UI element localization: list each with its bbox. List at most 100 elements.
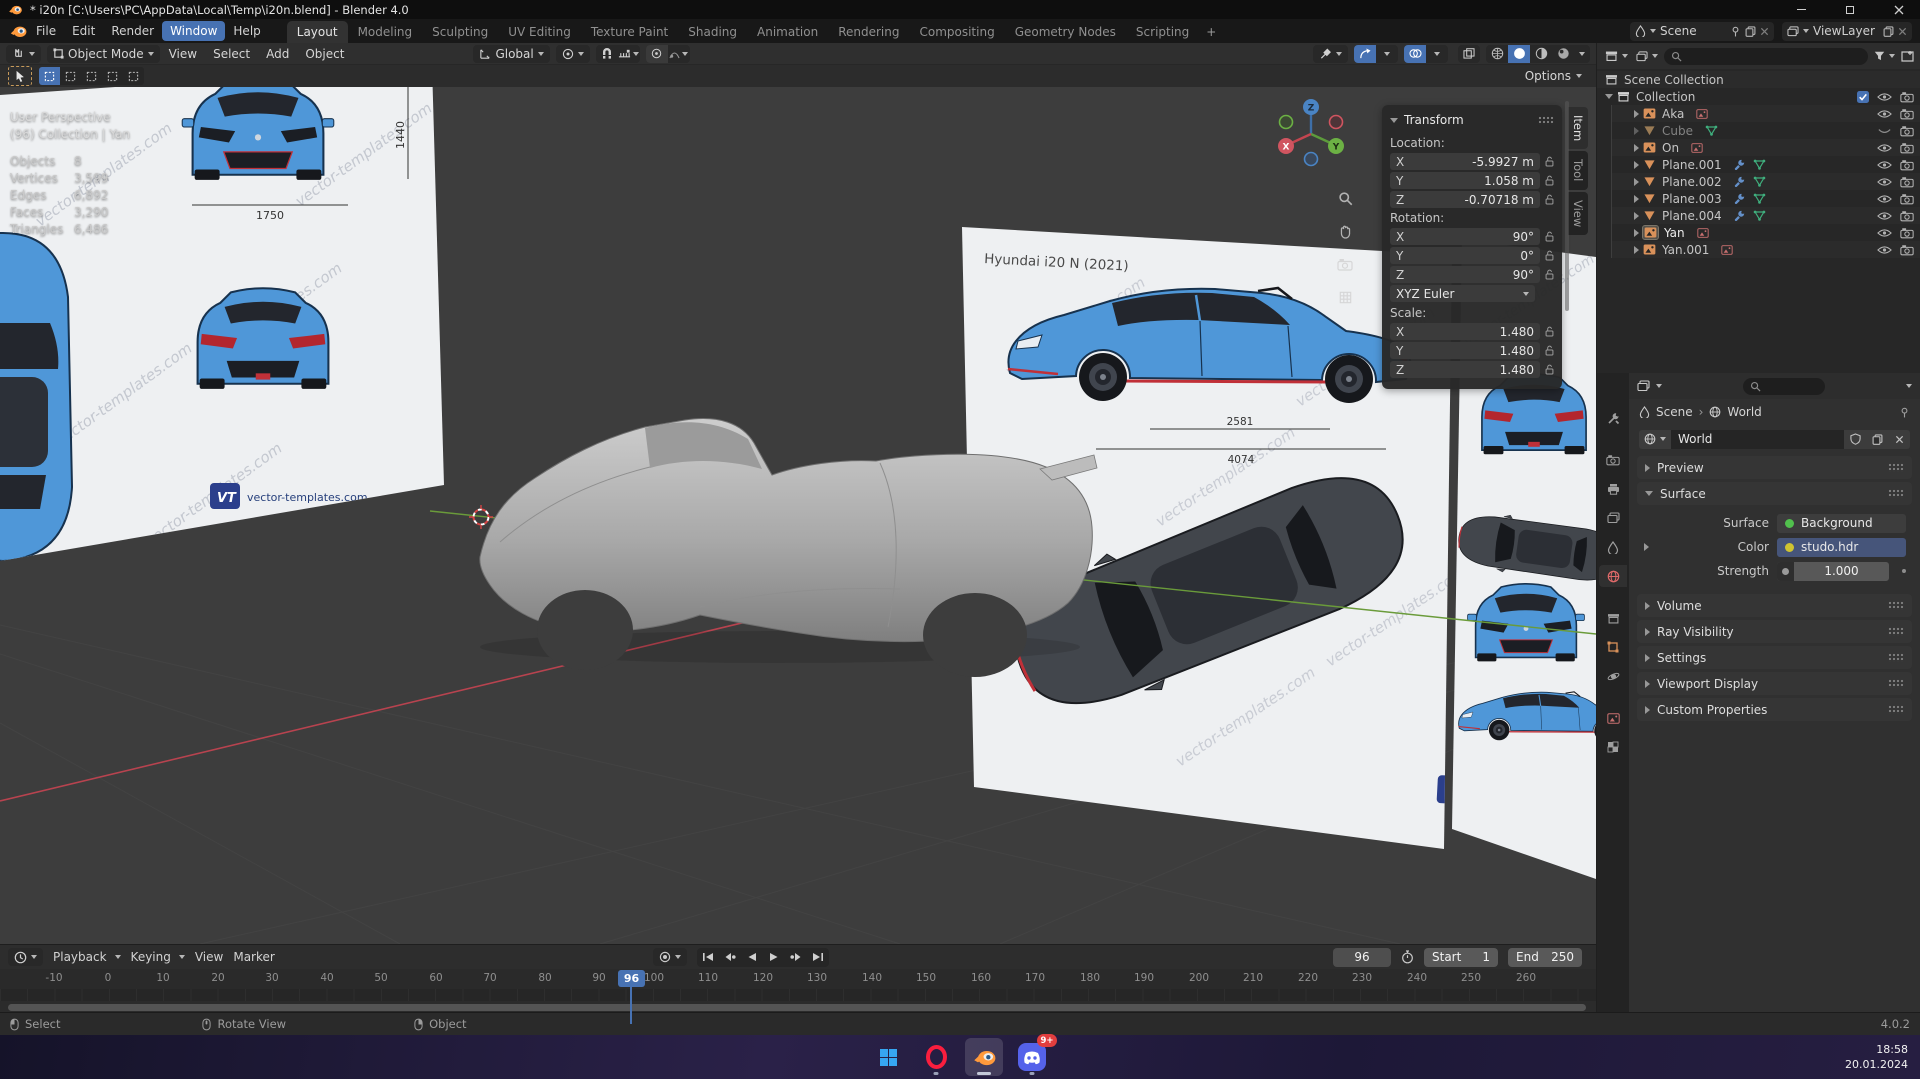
location-y-field[interactable]: Y1.058 m	[1390, 172, 1540, 189]
disclosure-icon[interactable]	[1634, 144, 1639, 152]
xray-toggle[interactable]	[1458, 45, 1480, 63]
panel-volume[interactable]: Volume	[1637, 594, 1912, 617]
lock-icon[interactable]	[1545, 156, 1554, 167]
add-workspace-button[interactable]: +	[1199, 21, 1223, 43]
snap-settings-dropdown[interactable]	[618, 45, 640, 63]
lock-icon[interactable]	[1545, 194, 1554, 205]
camera-visibility-icon[interactable]	[1900, 244, 1914, 256]
menu-render[interactable]: Render	[103, 21, 162, 41]
scale-y-field[interactable]: Y1.480	[1390, 342, 1540, 359]
collapse-icon[interactable]	[1390, 118, 1398, 123]
filter-dropdown[interactable]	[1872, 47, 1897, 65]
disclosure-icon[interactable]	[1634, 246, 1639, 254]
pivot-point-dropdown[interactable]	[556, 45, 590, 63]
eye-icon[interactable]	[1877, 211, 1892, 221]
lock-icon[interactable]	[1545, 250, 1554, 261]
jump-to-start-button[interactable]	[697, 948, 719, 967]
tab-rendering[interactable]: Rendering	[828, 21, 909, 43]
tab-compositing[interactable]: Compositing	[909, 21, 1004, 43]
shading-dropdown[interactable]	[1574, 45, 1590, 63]
perspective-toggle-button[interactable]	[1334, 286, 1356, 308]
drag-grip-icon[interactable]	[1538, 116, 1554, 125]
visibility-dropdown[interactable]	[1313, 45, 1348, 63]
outliner-search[interactable]	[1664, 48, 1868, 65]
disclosure-icon[interactable]	[1634, 212, 1639, 220]
active-tool-button[interactable]	[8, 66, 32, 86]
lock-icon[interactable]	[1545, 364, 1554, 375]
camera-visibility-icon[interactable]	[1900, 91, 1914, 103]
select-mode-extend[interactable]	[60, 67, 81, 85]
viewport-menu-object[interactable]: Object	[298, 45, 351, 63]
overlays-dropdown[interactable]	[1426, 45, 1448, 63]
play-reverse-button[interactable]	[741, 948, 763, 967]
disclosure-icon[interactable]	[1634, 110, 1639, 118]
shading-solid-button[interactable]	[1508, 45, 1530, 63]
shading-rendered-button[interactable]	[1552, 45, 1574, 63]
rotation-y-field[interactable]: Y0°	[1390, 247, 1540, 264]
display-mode-dropdown[interactable]	[1634, 47, 1660, 65]
strength-slider[interactable]: 1.000	[1777, 562, 1889, 581]
lock-icon[interactable]	[1545, 175, 1554, 186]
panel-viewport-display[interactable]: Viewport Display	[1637, 672, 1912, 695]
camera-visibility-icon[interactable]	[1900, 227, 1914, 239]
prev-keyframe-button[interactable]	[719, 948, 741, 967]
outliner-row-plane-002[interactable]: Plane.002	[1611, 173, 1920, 190]
eye-icon[interactable]	[1877, 228, 1892, 238]
new-collection-button[interactable]	[1901, 50, 1914, 62]
delete-scene-icon[interactable]	[1760, 27, 1769, 36]
disclosure-icon[interactable]	[1644, 543, 1649, 551]
outliner-row-aka[interactable]: Aka	[1611, 105, 1920, 122]
outliner-row-cube[interactable]: Cube	[1611, 122, 1920, 139]
new-world-button[interactable]	[1866, 430, 1888, 449]
jump-to-end-button[interactable]	[807, 948, 829, 967]
panel-ray-visibility[interactable]: Ray Visibility	[1637, 620, 1912, 643]
disclosure-icon[interactable]	[1634, 178, 1639, 186]
shading-material-button[interactable]	[1530, 45, 1552, 63]
tab-animation[interactable]: Animation	[747, 21, 828, 43]
properties-tab-object[interactable]	[1599, 636, 1627, 658]
tab-tool[interactable]: Tool	[1568, 151, 1588, 189]
properties-tab-object-data[interactable]	[1599, 707, 1627, 729]
rotation-x-field[interactable]: X90°	[1390, 228, 1540, 245]
lock-icon[interactable]	[1545, 231, 1554, 242]
eye-icon[interactable]	[1877, 143, 1892, 153]
show-gizmo-toggle[interactable]	[1354, 45, 1376, 63]
eye-icon[interactable]	[1877, 160, 1892, 170]
outliner-editor-type-button[interactable]	[1603, 47, 1630, 65]
tab-uv-editing[interactable]: UV Editing	[498, 21, 581, 43]
proportional-falloff-dropdown[interactable]	[668, 45, 690, 63]
options-dropdown[interactable]: Options	[1525, 69, 1588, 83]
timeline-menu-view[interactable]: View	[195, 950, 223, 964]
outliner-row-yan-001[interactable]: Yan.001	[1611, 241, 1920, 258]
start-button[interactable]	[869, 1038, 907, 1076]
properties-tab-physics[interactable]	[1599, 665, 1627, 687]
frame-end-field[interactable]: End250	[1508, 948, 1582, 967]
gizmo-x-neg[interactable]	[1330, 116, 1343, 129]
next-keyframe-button[interactable]	[785, 948, 807, 967]
rotation-mode-dropdown[interactable]: XYZ Euler	[1390, 285, 1535, 302]
car-model[interactable]	[480, 419, 1097, 677]
eye-icon[interactable]	[1877, 92, 1892, 102]
eye-icon[interactable]	[1877, 109, 1892, 119]
scene-selector[interactable]: Scene	[1630, 22, 1774, 41]
tab-view[interactable]: View	[1568, 192, 1588, 235]
eye-icon[interactable]	[1877, 194, 1892, 204]
disclosure-icon[interactable]	[1634, 195, 1639, 203]
camera-view-button[interactable]	[1334, 253, 1356, 275]
breadcrumb-scene[interactable]: Scene	[1656, 405, 1693, 419]
lock-icon[interactable]	[1545, 345, 1554, 356]
menu-help[interactable]: Help	[225, 21, 268, 41]
select-mode-new[interactable]	[39, 67, 60, 85]
timeline-ruler[interactable]: -100 1020 3040 5060 7080 90100 110120 13…	[0, 969, 1596, 989]
tab-item[interactable]: Item	[1568, 107, 1588, 149]
properties-tab-scene[interactable]	[1599, 536, 1627, 558]
gizmo-y-neg[interactable]	[1280, 116, 1293, 129]
properties-tab-texture[interactable]	[1599, 736, 1627, 758]
tab-sculpting[interactable]: Sculpting	[422, 21, 498, 43]
lock-icon[interactable]	[1545, 326, 1554, 337]
outliner-row-scene-collection[interactable]: Scene Collection	[1597, 71, 1920, 88]
auto-keying-button[interactable]	[653, 948, 687, 966]
timeline-track-area[interactable]	[0, 989, 1596, 1001]
disclosure-icon[interactable]	[1634, 161, 1639, 169]
options-chevron-icon[interactable]	[1906, 384, 1912, 388]
